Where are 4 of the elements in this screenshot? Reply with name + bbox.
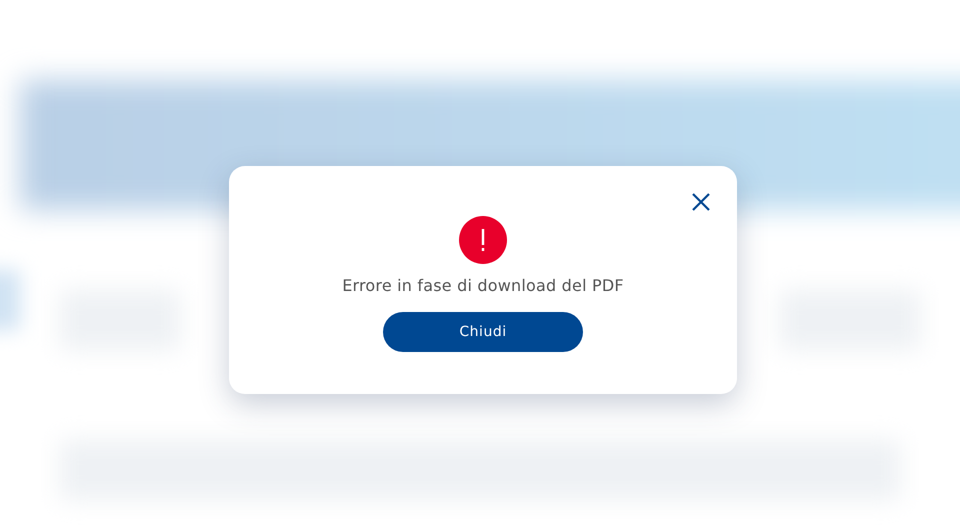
error-message: Errore in fase di download del PDF [342, 276, 624, 296]
alert-icon [459, 216, 507, 264]
close-button[interactable] [690, 191, 712, 213]
close-dialog-button[interactable]: Chiudi [383, 312, 583, 352]
